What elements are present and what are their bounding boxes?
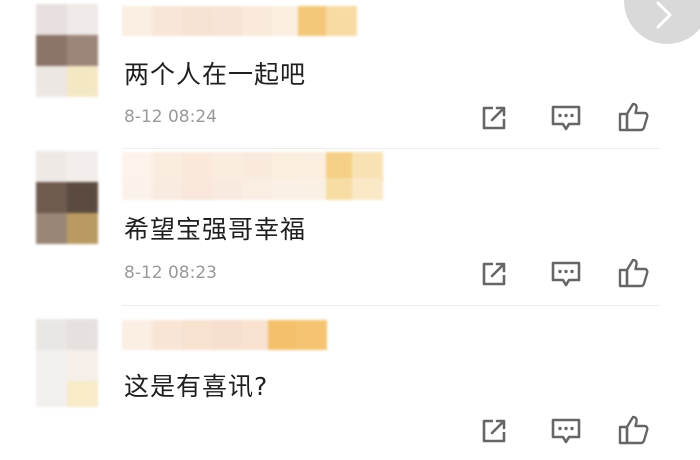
share-external-icon	[482, 106, 506, 130]
username-redacted[interactable]	[122, 6, 357, 36]
share-external-icon	[482, 262, 506, 286]
reply-button[interactable]	[548, 100, 584, 136]
share-external-icon	[482, 419, 506, 443]
thumbs-up-icon	[618, 102, 649, 132]
like-button[interactable]	[616, 99, 652, 135]
comment-text: 两个人在一起吧	[124, 60, 307, 89]
share-button[interactable]	[476, 413, 512, 449]
thumbs-up-icon	[618, 415, 649, 445]
like-button[interactable]	[616, 412, 652, 448]
username-redacted-secondary	[122, 178, 383, 200]
chevron-right-icon	[656, 1, 672, 29]
comment-text: 希望宝强哥幸福	[124, 215, 307, 244]
avatar[interactable]	[36, 151, 98, 244]
comment-bubble-icon	[551, 105, 581, 131]
comment-item: 希望宝强哥幸福 8-12 08:23	[0, 148, 700, 303]
reply-button[interactable]	[548, 413, 584, 449]
comment-feed: 两个人在一起吧 8-12 08:24 希望宝强哥幸福 8-12 08:23 这是…	[0, 0, 700, 445]
share-button[interactable]	[476, 256, 512, 292]
avatar[interactable]	[36, 4, 98, 97]
comment-bubble-icon	[551, 261, 581, 287]
comment-item: 这是有喜讯?	[0, 305, 700, 460]
reply-button[interactable]	[548, 256, 584, 292]
comment-timestamp: 8-12 08:23	[124, 263, 217, 283]
comment-bubble-icon	[551, 418, 581, 444]
username-redacted[interactable]	[122, 320, 327, 350]
comment-item: 两个人在一起吧 8-12 08:24	[0, 0, 700, 155]
like-button[interactable]	[616, 255, 652, 291]
comment-text: 这是有喜讯?	[124, 372, 269, 401]
share-button[interactable]	[476, 100, 512, 136]
thumbs-up-icon	[618, 258, 649, 288]
avatar[interactable]	[36, 319, 98, 407]
comment-timestamp: 8-12 08:24	[124, 107, 217, 127]
